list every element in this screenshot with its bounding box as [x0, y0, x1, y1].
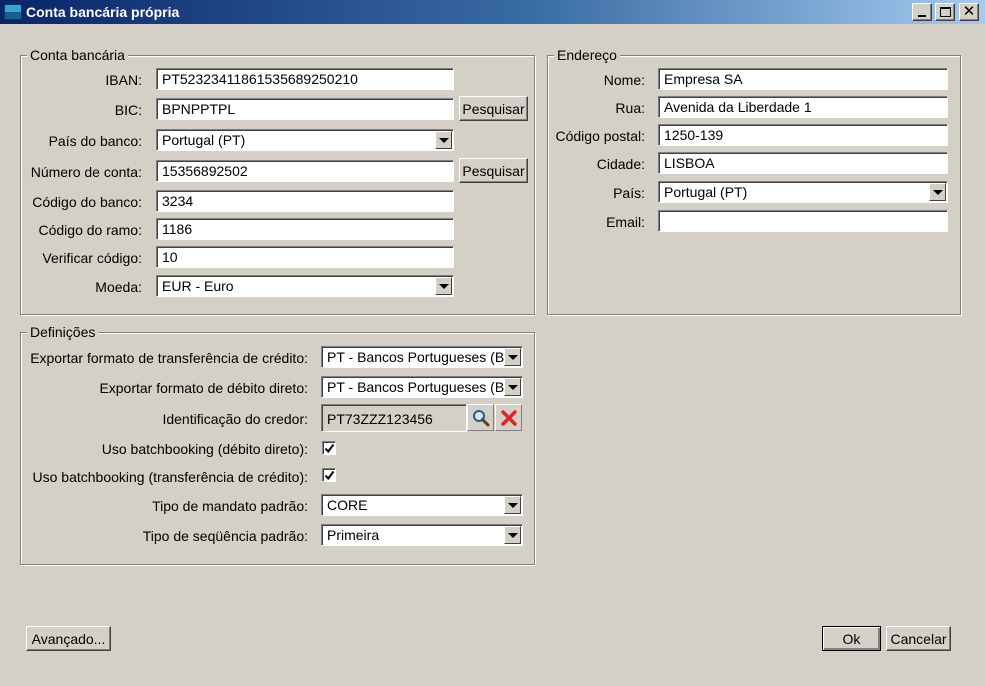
bic-search-button[interactable]: Pesquisar	[459, 96, 528, 121]
city-input[interactable]: LISBOA	[658, 152, 948, 174]
check-code-input[interactable]: 10	[156, 246, 454, 268]
bic-input[interactable]: BPNPPTPL	[156, 98, 454, 120]
chevron-down-icon[interactable]	[435, 131, 452, 149]
maximize-icon	[940, 7, 951, 17]
postal-code-value: 1250-139	[664, 127, 724, 143]
account-number-value: 15356892502	[162, 163, 248, 179]
street-input[interactable]: Avenida da Liberdade 1	[658, 96, 948, 118]
title-bar[interactable]: Conta bancária própria ✕	[0, 0, 985, 24]
iban-input[interactable]: PT52323411861535689250210	[156, 68, 454, 90]
creditor-id-value: PT73ZZZ123456	[327, 411, 433, 427]
bank-country-label: País do banco:	[48, 133, 142, 149]
mandate-type-value: CORE	[327, 497, 368, 513]
city-value: LISBOA	[664, 155, 715, 171]
account-number-input[interactable]: 15356892502	[156, 160, 454, 182]
advanced-button[interactable]: Avançado...	[26, 626, 111, 651]
city-label: Cidade:	[596, 156, 645, 172]
bank-code-input[interactable]: 3234	[156, 190, 454, 212]
debit-format-value: PT - Bancos Portugueses (Bc	[327, 379, 512, 395]
check-code-value: 10	[162, 249, 178, 265]
country-value: Portugal (PT)	[664, 184, 748, 200]
branch-code-input[interactable]: 1186	[156, 218, 454, 240]
name-input[interactable]: Empresa SA	[658, 68, 948, 90]
currency-label: Moeda:	[95, 279, 142, 295]
magnifier-icon	[473, 410, 490, 427]
credit-format-label: Exportar formato de transferência de cré…	[30, 350, 308, 366]
debit-format-label: Exportar formato de débito direto:	[99, 380, 308, 396]
postal-code-label: Código postal:	[555, 128, 645, 144]
creditor-search-button[interactable]	[467, 404, 494, 431]
window-title: Conta bancária própria	[26, 4, 180, 20]
street-label: Rua:	[615, 100, 645, 116]
account-search-button[interactable]: Pesquisar	[459, 158, 528, 183]
bank-code-value: 3234	[162, 193, 194, 209]
settings-group-title: Definições	[27, 324, 99, 340]
currency-select[interactable]: EUR - Euro	[156, 275, 454, 297]
chevron-down-icon[interactable]	[504, 496, 521, 514]
debit-format-select[interactable]: PT - Bancos Portugueses (Bc	[321, 376, 523, 398]
chevron-down-icon[interactable]	[504, 348, 521, 366]
app-icon	[4, 4, 22, 20]
sequence-type-value: Primeira	[327, 527, 380, 543]
chevron-down-icon[interactable]	[929, 183, 946, 201]
batch-credit-label: Uso batchbooking (transferência de crédi…	[32, 469, 308, 485]
email-label: Email:	[606, 214, 645, 230]
mandate-type-select[interactable]: CORE	[321, 494, 523, 516]
street-value: Avenida da Liberdade 1	[664, 99, 812, 115]
chevron-down-icon[interactable]	[504, 526, 521, 544]
name-value: Empresa SA	[664, 71, 743, 87]
sequence-type-label: Tipo de seqüência padrão:	[142, 528, 308, 544]
chevron-down-icon[interactable]	[504, 378, 521, 396]
ok-button[interactable]: Ok	[822, 626, 881, 651]
credit-format-select[interactable]: PT - Bancos Portugueses (Bc	[321, 346, 523, 368]
currency-value: EUR - Euro	[162, 278, 234, 294]
bank-country-select[interactable]: Portugal (PT)	[156, 129, 454, 151]
checkmark-icon	[324, 470, 335, 481]
checkmark-icon	[324, 443, 335, 454]
batch-debit-label: Uso batchbooking (débito direto):	[101, 441, 308, 457]
iban-value: PT52323411861535689250210	[162, 71, 358, 87]
mandate-type-label: Tipo de mandato padrão:	[152, 498, 308, 514]
close-button[interactable]: ✕	[959, 3, 979, 21]
cancel-button[interactable]: Cancelar	[886, 626, 951, 651]
creditor-id-label: Identificação do credor:	[162, 411, 308, 427]
creditor-delete-button[interactable]	[495, 404, 522, 431]
name-label: Nome:	[603, 72, 645, 88]
maximize-button[interactable]	[935, 3, 955, 21]
chevron-down-icon[interactable]	[435, 277, 452, 295]
batch-debit-checkbox[interactable]	[322, 441, 336, 455]
postal-code-input[interactable]: 1250-139	[658, 124, 948, 146]
bank-account-group-title: Conta bancária	[27, 47, 128, 63]
bank-code-label: Código do banco:	[32, 194, 142, 210]
sequence-type-select[interactable]: Primeira	[321, 524, 523, 546]
bic-label: BIC:	[114, 102, 142, 118]
red-x-icon	[501, 410, 517, 426]
bic-value: BPNPPTPL	[162, 101, 236, 117]
minimize-icon	[918, 15, 926, 17]
branch-code-label: Código do ramo:	[38, 222, 142, 238]
minimize-button[interactable]	[912, 3, 932, 21]
bank-country-value: Portugal (PT)	[162, 132, 246, 148]
country-select[interactable]: Portugal (PT)	[658, 181, 948, 203]
branch-code-value: 1186	[162, 221, 193, 237]
iban-label: IBAN:	[105, 72, 142, 88]
email-input[interactable]	[658, 210, 948, 232]
country-label: País:	[613, 185, 645, 201]
credit-format-value: PT - Bancos Portugueses (Bc	[327, 349, 512, 365]
check-code-label: Verificar código:	[42, 250, 142, 266]
close-icon: ✕	[962, 3, 976, 20]
creditor-id-field: PT73ZZZ123456	[321, 404, 467, 432]
address-group-title: Endereço	[554, 47, 620, 63]
batch-credit-checkbox[interactable]	[322, 468, 336, 482]
account-number-label: Número de conta:	[30, 164, 142, 180]
